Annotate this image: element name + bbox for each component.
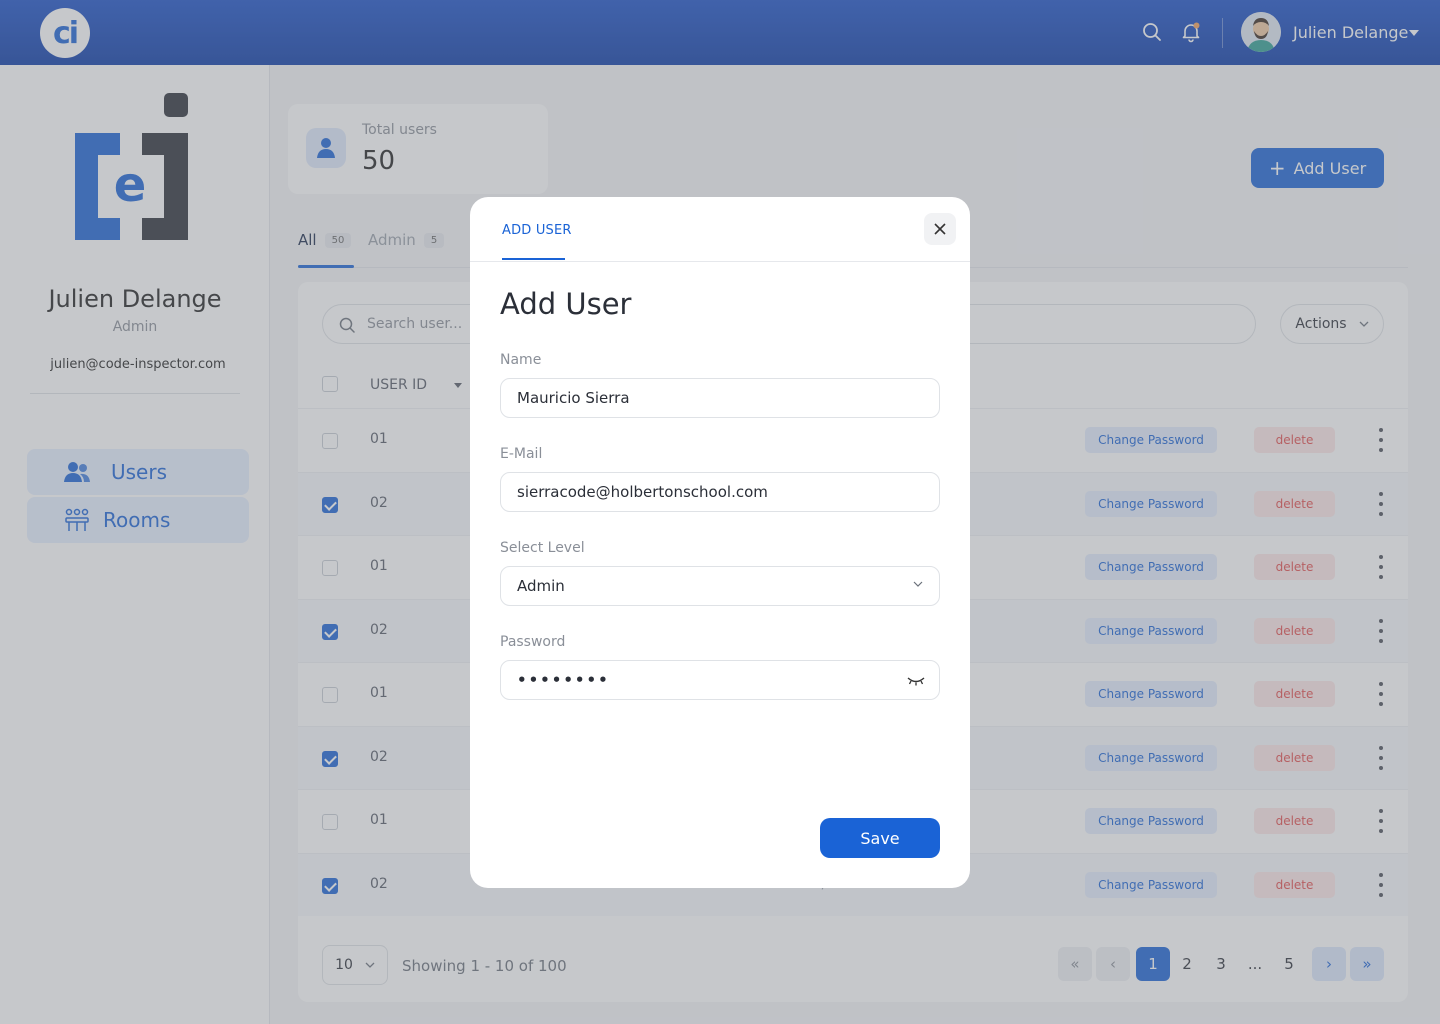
close-icon: [934, 223, 946, 235]
level-label: Select Level: [500, 540, 585, 556]
chevron-down-icon: [913, 581, 923, 587]
name-field[interactable]: Mauricio Sierra: [500, 378, 940, 418]
password-label: Password: [500, 634, 566, 650]
modal-divider: [470, 261, 970, 262]
password-value: ••••••••: [517, 671, 610, 689]
email-value: sierracode@holbertonschool.com: [517, 483, 768, 501]
name-label: Name: [500, 352, 542, 368]
email-label: E-Mail: [500, 446, 543, 462]
password-field[interactable]: ••••••••: [500, 660, 940, 700]
modal-tab[interactable]: ADD USER: [502, 223, 572, 238]
eye-closed-icon[interactable]: [907, 673, 925, 687]
modal-title: Add User: [500, 287, 632, 321]
level-value: Admin: [517, 577, 565, 595]
save-button[interactable]: Save: [820, 818, 940, 858]
name-value: Mauricio Sierra: [517, 389, 630, 407]
modal-tab-indicator: [502, 258, 565, 260]
email-field[interactable]: sierracode@holbertonschool.com: [500, 472, 940, 512]
level-select[interactable]: Admin: [500, 566, 940, 606]
close-button[interactable]: [924, 213, 956, 245]
add-user-modal: ADD USER Add User Name Mauricio Sierra E…: [470, 197, 970, 888]
